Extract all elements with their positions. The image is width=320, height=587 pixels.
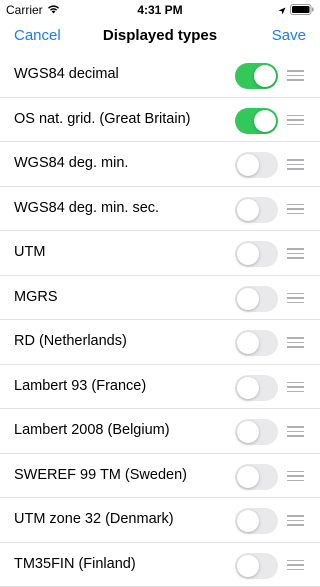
reorder-handle-icon[interactable] [287, 293, 304, 304]
status-bar: Carrier 4:31 PM [0, 0, 320, 20]
toggle-knob [237, 510, 259, 532]
types-list: WGS84 decimal OS nat. grid. (Great Britai… [0, 53, 320, 587]
reorder-handle-icon[interactable] [287, 248, 304, 259]
reorder-handle-icon[interactable] [287, 115, 304, 126]
reorder-handle-icon[interactable] [287, 471, 304, 482]
enable-toggle[interactable] [235, 63, 278, 89]
toggle-knob [237, 466, 259, 488]
list-item: MGRS [0, 276, 320, 321]
navigation-bar: Cancel Displayed types Save [0, 20, 320, 52]
toggle-knob [237, 377, 259, 399]
type-label: TM35FIN (Finland) [14, 556, 136, 572]
enable-toggle[interactable] [235, 464, 278, 490]
toggle-knob [237, 243, 259, 265]
list-item: WGS84 deg. min. sec. [0, 187, 320, 232]
enable-toggle[interactable] [235, 375, 278, 401]
reorder-handle-icon[interactable] [287, 426, 304, 437]
toggle-knob [254, 65, 276, 87]
type-label: MGRS [14, 289, 58, 305]
list-item: Lambert 93 (France) [0, 365, 320, 410]
reorder-handle-icon[interactable] [287, 515, 304, 526]
list-item: Lambert 2008 (Belgium) [0, 409, 320, 454]
type-label: UTM [14, 244, 45, 260]
type-label: Lambert 93 (France) [14, 378, 146, 394]
toggle-knob [254, 110, 276, 132]
list-item: TM35FIN (Finland) [0, 543, 320, 587]
battery-icon [290, 4, 314, 18]
type-label: SWEREF 99 TM (Sweden) [14, 467, 187, 483]
enable-toggle[interactable] [235, 286, 278, 312]
toggle-knob [237, 199, 259, 221]
enable-toggle[interactable] [235, 108, 278, 134]
reorder-handle-icon[interactable] [287, 382, 304, 393]
toggle-knob [237, 555, 259, 577]
type-label: WGS84 decimal [14, 66, 119, 82]
enable-toggle[interactable] [235, 508, 278, 534]
type-label: RD (Netherlands) [14, 333, 127, 349]
reorder-handle-icon[interactable] [287, 560, 304, 571]
list-item: SWEREF 99 TM (Sweden) [0, 454, 320, 499]
list-item: WGS84 decimal [0, 53, 320, 98]
type-label: Lambert 2008 (Belgium) [14, 422, 170, 438]
toggle-knob [237, 421, 259, 443]
status-right [278, 4, 314, 18]
list-item: RD (Netherlands) [0, 320, 320, 365]
status-time: 4:31 PM [0, 3, 320, 17]
type-label: WGS84 deg. min. [14, 155, 128, 171]
enable-toggle[interactable] [235, 553, 278, 579]
reorder-handle-icon[interactable] [287, 204, 304, 215]
enable-toggle[interactable] [235, 330, 278, 356]
reorder-handle-icon[interactable] [287, 70, 304, 81]
list-item: WGS84 deg. min. [0, 142, 320, 187]
toggle-knob [237, 154, 259, 176]
type-label: WGS84 deg. min. sec. [14, 200, 159, 216]
reorder-handle-icon[interactable] [287, 159, 304, 170]
enable-toggle[interactable] [235, 152, 278, 178]
reorder-handle-icon[interactable] [287, 337, 304, 348]
save-button[interactable]: Save [272, 27, 306, 44]
enable-toggle[interactable] [235, 241, 278, 267]
list-item: UTM zone 32 (Denmark) [0, 498, 320, 543]
list-item: OS nat. grid. (Great Britain) [0, 98, 320, 143]
enable-toggle[interactable] [235, 419, 278, 445]
list-item: UTM [0, 231, 320, 276]
enable-toggle[interactable] [235, 197, 278, 223]
type-label: OS nat. grid. (Great Britain) [14, 111, 190, 127]
location-arrow-icon [278, 4, 286, 18]
type-label: UTM zone 32 (Denmark) [14, 511, 174, 527]
toggle-knob [237, 288, 259, 310]
toggle-knob [237, 332, 259, 354]
